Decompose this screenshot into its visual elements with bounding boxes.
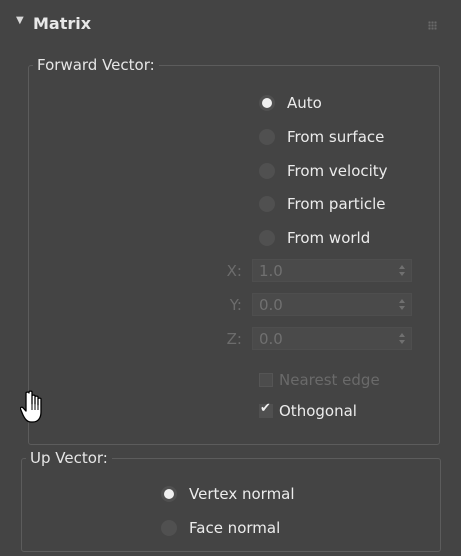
radio-button[interactable] — [259, 95, 275, 111]
forward-vector-label: Forward Vector: — [33, 56, 159, 74]
matrix-rollout-panel: ▼ Matrix Forward Vector: Auto From surfa… — [6, 8, 453, 554]
checkmark-icon: ✔ — [260, 401, 271, 416]
nearest-edge-checkbox-row[interactable]: Nearest edge — [259, 369, 380, 391]
z-spinner-field[interactable]: 0.0 — [252, 327, 412, 350]
spinner-arrows-icon[interactable] — [398, 263, 406, 279]
othogonal-checkbox-row[interactable]: ✔ Othogonal — [259, 400, 357, 422]
nearest-edge-label: Nearest edge — [279, 371, 380, 389]
radio-label: Vertex normal — [189, 485, 295, 503]
x-value: 1.0 — [259, 262, 283, 280]
radio-label: From world — [287, 229, 371, 247]
spinner-arrows-icon[interactable] — [398, 331, 406, 347]
radio-button[interactable] — [259, 163, 275, 179]
radio-label: Face normal — [189, 519, 281, 537]
rollout-header[interactable]: ▼ Matrix — [6, 8, 453, 48]
radio-button[interactable] — [259, 196, 275, 212]
y-spinner-field[interactable]: 0.0 — [252, 293, 412, 316]
nearest-edge-checkbox[interactable] — [259, 373, 273, 387]
radio-face-normal[interactable]: Face normal — [161, 516, 280, 540]
up-vector-label: Up Vector: — [26, 449, 112, 467]
rollout-title[interactable]: Matrix — [33, 14, 91, 33]
y-value: 0.0 — [259, 296, 283, 314]
radio-label: From velocity — [287, 162, 388, 180]
spinner-arrows-icon[interactable] — [398, 297, 406, 313]
radio-from-world[interactable]: From world — [259, 226, 370, 250]
othogonal-label: Othogonal — [279, 402, 357, 420]
hand-pointer-icon — [20, 390, 42, 423]
radio-label: From particle — [287, 195, 386, 213]
z-value: 0.0 — [259, 330, 283, 348]
z-label: Z: — [226, 330, 242, 348]
radio-button[interactable] — [259, 129, 275, 145]
y-label: Y: — [229, 296, 242, 314]
radio-from-surface[interactable]: From surface — [259, 125, 384, 149]
radio-button[interactable] — [161, 520, 177, 536]
grip-icon[interactable] — [428, 21, 437, 30]
radio-auto[interactable]: Auto — [259, 91, 322, 115]
x-label: X: — [226, 262, 242, 280]
radio-button[interactable] — [161, 486, 177, 502]
radio-label: Auto — [287, 94, 322, 112]
othogonal-checkbox[interactable]: ✔ — [259, 401, 273, 418]
radio-button[interactable] — [259, 230, 275, 246]
radio-label: From surface — [287, 128, 385, 146]
radio-vertex-normal[interactable]: Vertex normal — [161, 482, 295, 506]
triangle-down-icon[interactable]: ▼ — [16, 15, 24, 26]
radio-from-particle[interactable]: From particle — [259, 192, 386, 216]
x-spinner-field[interactable]: 1.0 — [252, 259, 412, 282]
radio-from-velocity[interactable]: From velocity — [259, 159, 388, 183]
